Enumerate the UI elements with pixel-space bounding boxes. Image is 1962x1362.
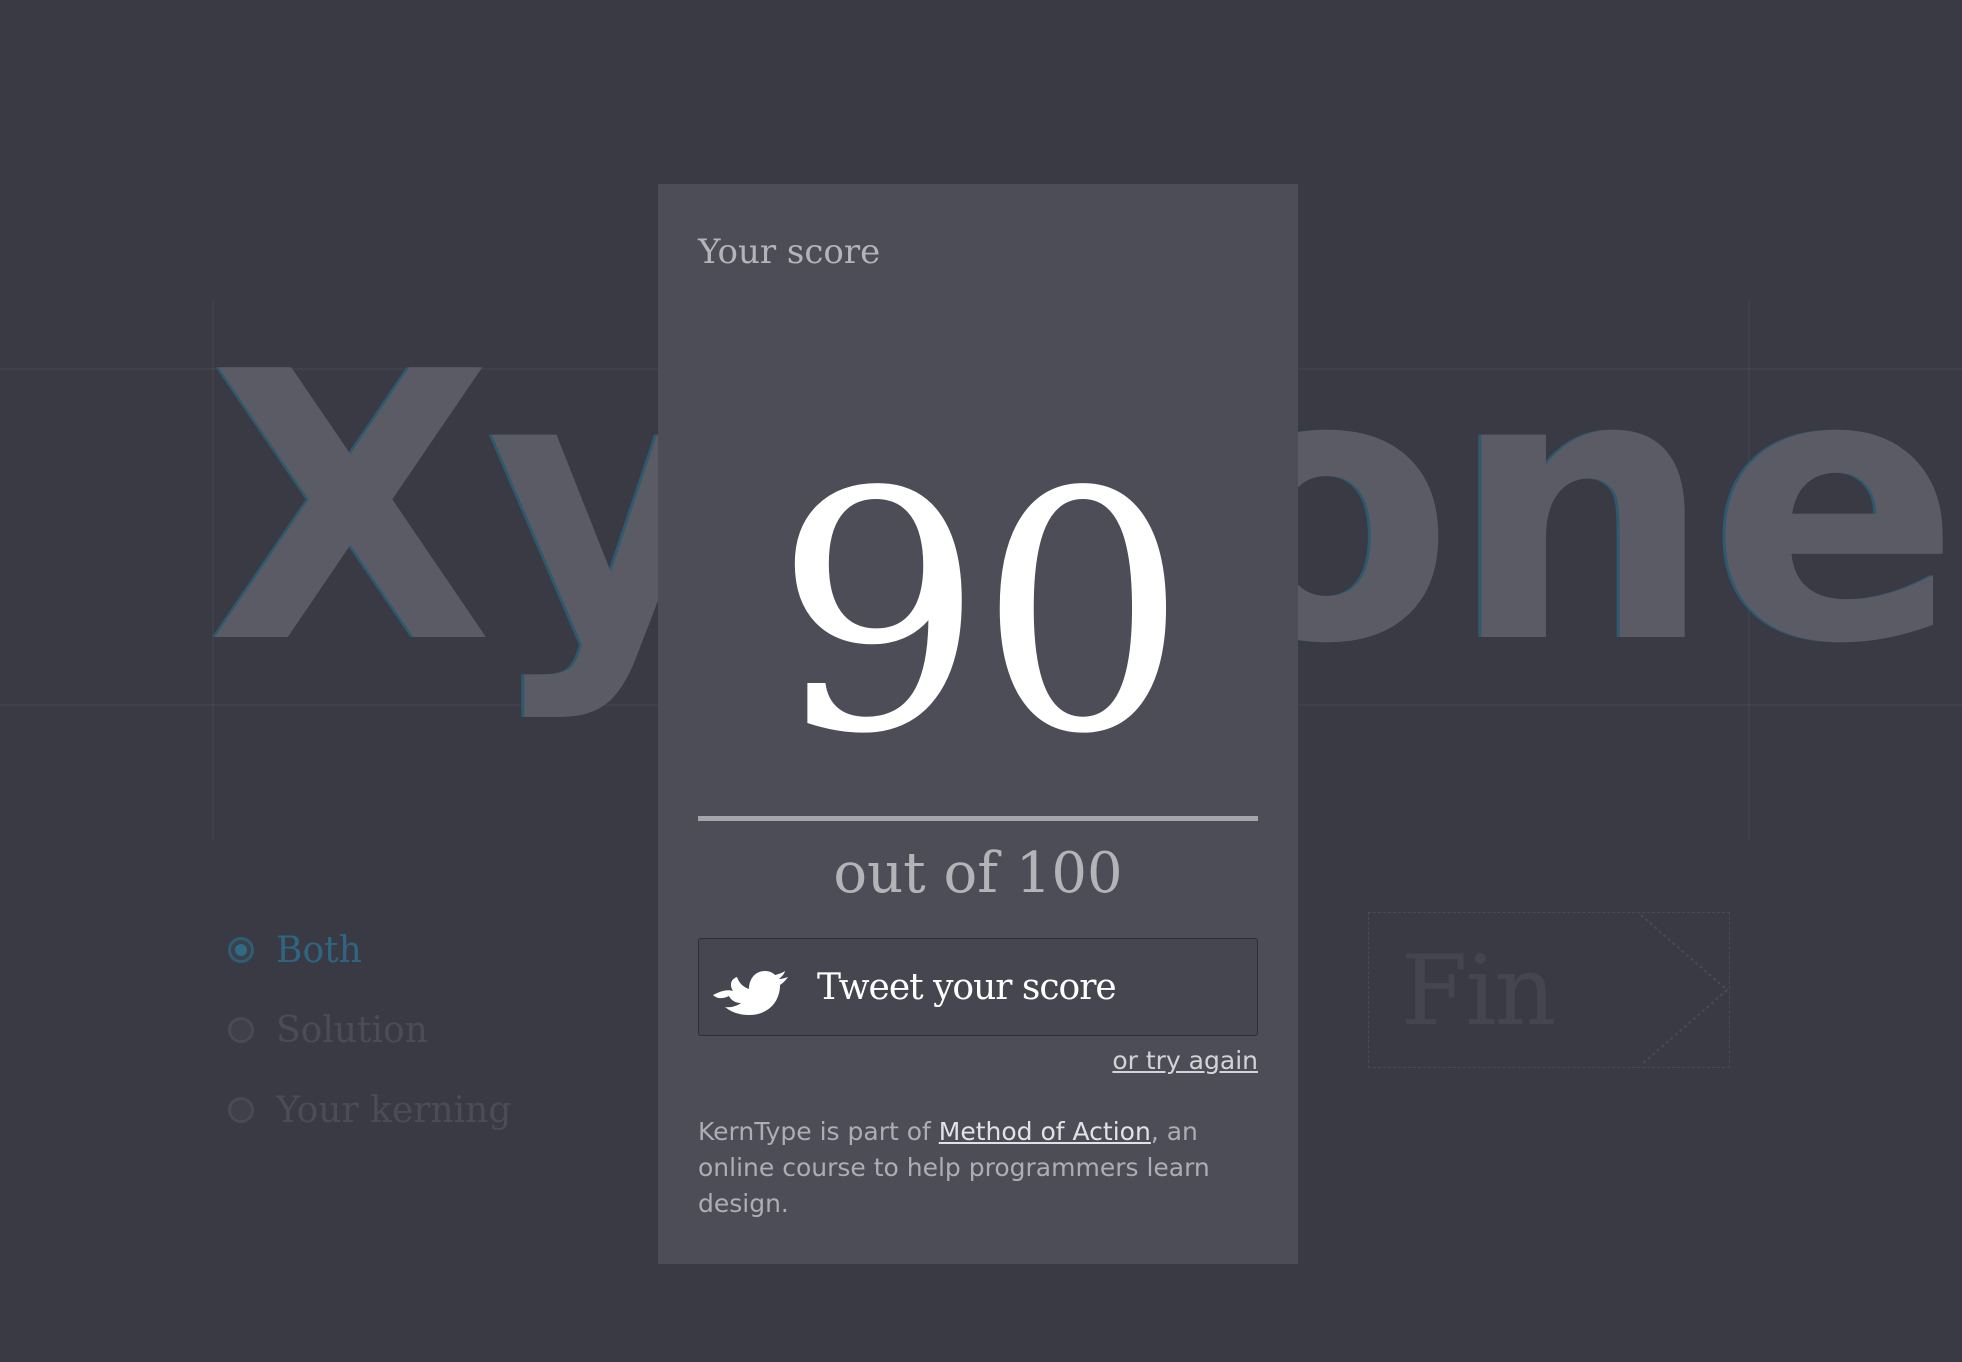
finish-button[interactable]: Fin [1368, 912, 1730, 1068]
arrow-right-icon [1640, 914, 1729, 1066]
method-of-action-link[interactable]: Method of Action [939, 1117, 1151, 1146]
mode-label-your-kerning: Your kerning [276, 1089, 512, 1131]
kerning-word-right[interactable]: one [1200, 300, 1961, 720]
twitter-bird-icon [713, 971, 788, 1015]
mode-option-solution[interactable]: Solution [228, 990, 511, 1070]
radio-your-kerning[interactable] [228, 1097, 254, 1123]
radio-both[interactable] [228, 937, 254, 963]
mode-label-both: Both [276, 929, 362, 971]
score-value: 90 [774, 422, 1188, 806]
mode-label-solution: Solution [276, 1009, 428, 1051]
tweet-button-label: Tweet your score [817, 966, 1117, 1008]
finish-label: Fin [1401, 935, 1556, 1047]
course-note-prefix: KernType is part of [698, 1117, 939, 1146]
view-mode-options: Both Solution Your kerning [228, 910, 511, 1150]
score-modal: Your score 90 out of 100 Tweet your scor… [658, 184, 1298, 1264]
course-note: KernType is part of Method of Action, an… [698, 1114, 1218, 1222]
radio-solution[interactable] [228, 1017, 254, 1043]
modal-title: Your score [698, 232, 881, 272]
score-divider [698, 816, 1258, 821]
try-again-link[interactable]: or try again [1112, 1046, 1258, 1075]
mode-option-both[interactable]: Both [228, 910, 511, 990]
score-out-of: out of 100 [833, 841, 1123, 906]
tweet-score-button[interactable]: Tweet your score [698, 938, 1258, 1036]
mode-option-your-kerning[interactable]: Your kerning [228, 1070, 511, 1150]
